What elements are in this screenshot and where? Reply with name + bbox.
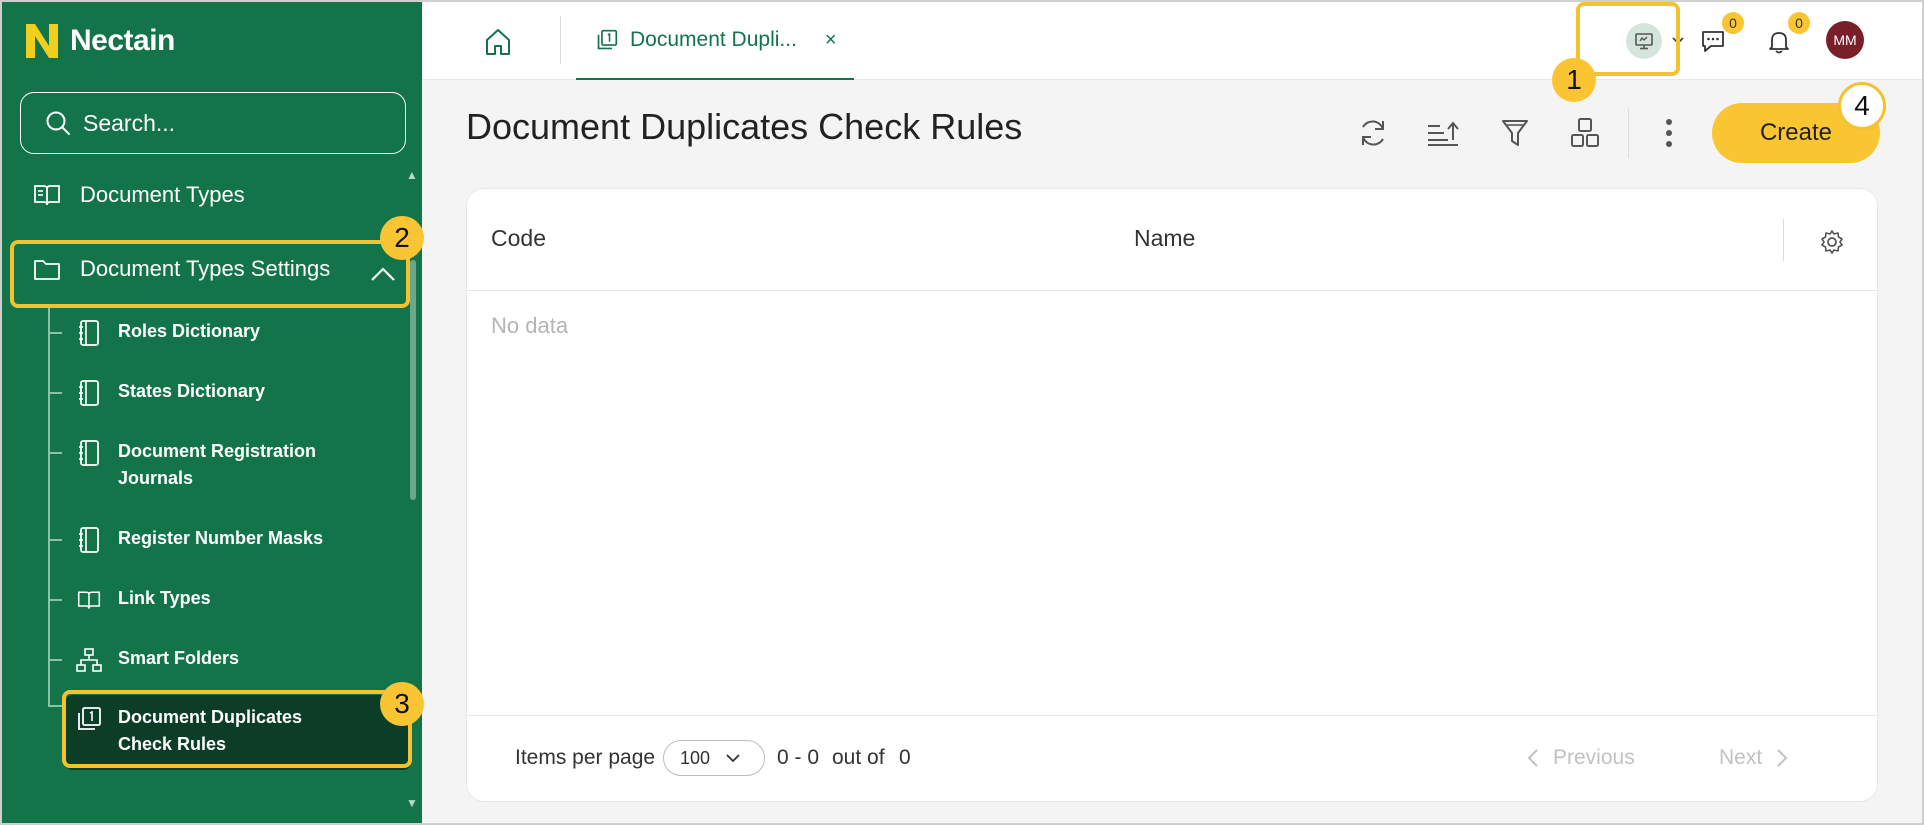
sort-icon	[1428, 121, 1459, 146]
notebook-icon	[76, 438, 102, 468]
tab-separator	[560, 16, 561, 64]
filter-button[interactable]	[1496, 114, 1534, 152]
sidebar-item-document-types[interactable]: Document Types	[32, 180, 245, 210]
search-icon	[46, 111, 70, 135]
table-header: Code Name	[467, 189, 1877, 291]
sidebar-item-register-number-masks[interactable]: Register Number Masks	[76, 525, 358, 555]
total-count: 0	[899, 746, 911, 769]
gear-icon[interactable]	[1819, 229, 1845, 255]
tab-label: Document Dupli...	[630, 28, 797, 51]
book-icon	[32, 180, 62, 210]
callout-badge-2: 2	[380, 216, 424, 260]
callout-badge-1: 1	[1552, 58, 1596, 102]
notifications-count-badge: 0	[1788, 12, 1810, 34]
sidebar-subitem-label: Document Registration Journals	[118, 441, 317, 488]
tree-connector	[48, 599, 62, 601]
column-separator	[1783, 219, 1784, 261]
previous-label: Previous	[1553, 746, 1635, 769]
sidebar-subitem-label: Link Types	[118, 588, 211, 608]
next-page-button[interactable]: Next	[1719, 746, 1788, 770]
sitemap-icon	[76, 645, 102, 675]
refresh-icon	[1362, 120, 1384, 146]
scroll-down-icon[interactable]: ▼	[406, 796, 418, 810]
previous-page-button[interactable]: Previous	[1527, 746, 1635, 770]
items-per-page-value: 100	[680, 747, 711, 768]
more-options-button[interactable]	[1650, 114, 1688, 152]
callout-badge-3: 3	[380, 682, 424, 726]
chevron-left-icon	[1527, 749, 1538, 767]
tab-close-icon[interactable]: ×	[825, 29, 837, 52]
empty-state: No data	[491, 313, 569, 338]
column-header-name[interactable]: Name	[1134, 225, 1195, 252]
out-of-label: out of	[832, 746, 885, 769]
home-icon[interactable]	[482, 26, 514, 58]
sidebar-subitem-label: Roles Dictionary	[118, 321, 261, 341]
tab-document-duplicates[interactable]: Document Dupli... ×	[576, 2, 854, 80]
refresh-button[interactable]	[1354, 114, 1392, 152]
range-text: 0 - 0	[777, 746, 820, 769]
sidebar-subitem-label: Smart Folders	[118, 648, 240, 668]
app-logo[interactable]: Nectain	[24, 22, 175, 60]
tree-connector	[48, 659, 62, 661]
avatar[interactable]: MM	[1826, 21, 1864, 59]
tree-connector	[48, 539, 62, 541]
notebook-icon	[76, 318, 102, 348]
page-title: Document Duplicates Check Rules	[466, 106, 1023, 147]
bell-icon	[1769, 32, 1789, 54]
sort-button[interactable]	[1424, 114, 1462, 152]
highlight-workspace-switcher	[1576, 2, 1680, 76]
search-box[interactable]	[20, 92, 406, 154]
items-per-page-select[interactable]: 100	[663, 740, 765, 776]
tree-line	[48, 304, 50, 706]
sidebar-item-smart-folders[interactable]: Smart Folders	[76, 645, 358, 675]
app-name: Nectain	[70, 24, 175, 57]
sidebar-subitem-label: States Dictionary	[118, 381, 266, 401]
sidebar-item-roles-dictionary[interactable]: Roles Dictionary	[76, 318, 358, 348]
column-header-code[interactable]: Code	[491, 225, 546, 252]
notebook-icon	[76, 378, 102, 408]
tree-connector	[48, 452, 62, 454]
tree-connector	[48, 332, 62, 334]
sidebar-subitem-label: Register Number Masks	[118, 528, 324, 548]
table-footer: Items per page 100 0 - 0 out of 0 Previo…	[467, 715, 1877, 801]
callout-badge-4: 4	[1838, 82, 1886, 130]
sidebar-item-link-types[interactable]: Link Types	[76, 585, 358, 615]
book-icon	[76, 585, 102, 615]
nectain-logo-icon	[26, 24, 58, 58]
next-label: Next	[1719, 746, 1763, 769]
sidebar-item-document-registration-journals[interactable]: Document Registration Journals	[76, 438, 338, 492]
messages-button[interactable]: 0	[1696, 12, 1744, 58]
items-per-page-label: Items per page	[515, 746, 656, 769]
chat-icon	[1702, 31, 1724, 52]
messages-count-badge: 0	[1722, 12, 1744, 34]
grid-icon	[1571, 118, 1599, 147]
sidebar-item-label: Document Types	[80, 182, 245, 207]
highlight-document-types-settings	[10, 240, 410, 308]
search-input[interactable]	[83, 109, 383, 137]
sidebar-scrollbar[interactable]	[410, 260, 416, 500]
filter-icon	[1502, 120, 1528, 146]
highlight-active-subitem	[62, 690, 412, 768]
notifications-button[interactable]: 0	[1762, 12, 1810, 58]
kebab-menu-icon	[1666, 119, 1672, 147]
data-table: Code Name No data Items per page 100 0 -…	[466, 188, 1878, 802]
notebook-icon	[76, 525, 102, 555]
tree-connector	[48, 392, 62, 394]
chevron-right-icon	[1777, 749, 1788, 767]
toolbar-separator	[1628, 108, 1629, 158]
sidebar-item-states-dictionary[interactable]: States Dictionary	[76, 378, 358, 408]
top-bar: Document Dupli... × 0 0 MM	[422, 2, 1922, 80]
chevron-down-icon	[726, 753, 740, 762]
duplicate-icon	[597, 29, 618, 50]
tree-connector	[48, 705, 62, 707]
group-button[interactable]	[1566, 114, 1604, 152]
scroll-up-icon[interactable]: ▲	[406, 168, 418, 182]
